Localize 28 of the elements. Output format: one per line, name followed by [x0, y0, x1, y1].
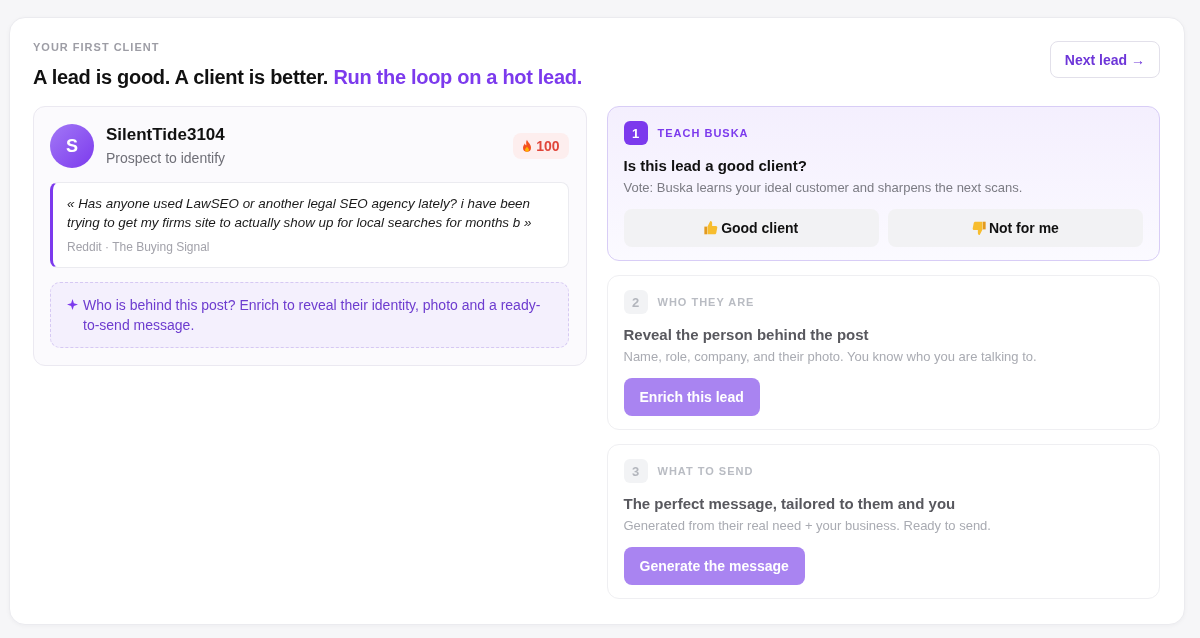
step-description: Generated from their real need + your business. Ready to send.: [623, 517, 992, 535]
step-label: WHO THEY ARE: [657, 296, 755, 308]
quote-source: Reddit · The Buying Signal: [67, 239, 211, 255]
good-client-button[interactable]: Good client: [623, 209, 879, 247]
not-for-me-button[interactable]: Not for me: [887, 209, 1143, 247]
step-description: Name, role, company, and their photo. You know who you are talking to.: [623, 348, 1038, 366]
step-number: 1: [623, 121, 648, 145]
avatar: S: [50, 124, 94, 168]
step-label: WHAT TO SEND: [657, 465, 754, 477]
next-lead-button[interactable]: Next lead →: [1049, 41, 1160, 78]
section-eyebrow: YOUR FIRST CLIENT: [33, 40, 161, 54]
enrich-hint-text: Who is behind this post? Enrich to reveal their identity, photo and a ready-to-send message.: [83, 296, 542, 335]
flame-icon: [521, 138, 534, 154]
step-number: 2: [623, 290, 648, 314]
quote-text: « Has anyone used LawSEO or another legal SEO agency lately? i have been trying to get my firms site to actually show up for local searches for months b »: [67, 195, 533, 232]
step-description: Vote: Buska learns your ideal customer and sharpens the next scans.: [623, 179, 1024, 197]
step-title: Is this lead a good client?: [623, 156, 808, 176]
thumbs-down-icon: [971, 221, 986, 235]
step-label: TEACH BUSKA: [657, 127, 749, 139]
score-value: 100: [536, 138, 560, 154]
thumbs-up-icon: [704, 221, 719, 235]
step-number: 3: [623, 459, 648, 483]
lead-name: SilentTide3104: [106, 124, 226, 146]
sparkle-icon: [67, 299, 78, 310]
headline: A lead is good. A client is better. Run the loop on a hot lead.: [33, 65, 582, 90]
step-title: Reveal the person behind the post: [623, 325, 870, 345]
lead-status: Prospect to identify: [106, 149, 227, 168]
step-title: The perfect message, tailored to them and you: [623, 494, 957, 514]
